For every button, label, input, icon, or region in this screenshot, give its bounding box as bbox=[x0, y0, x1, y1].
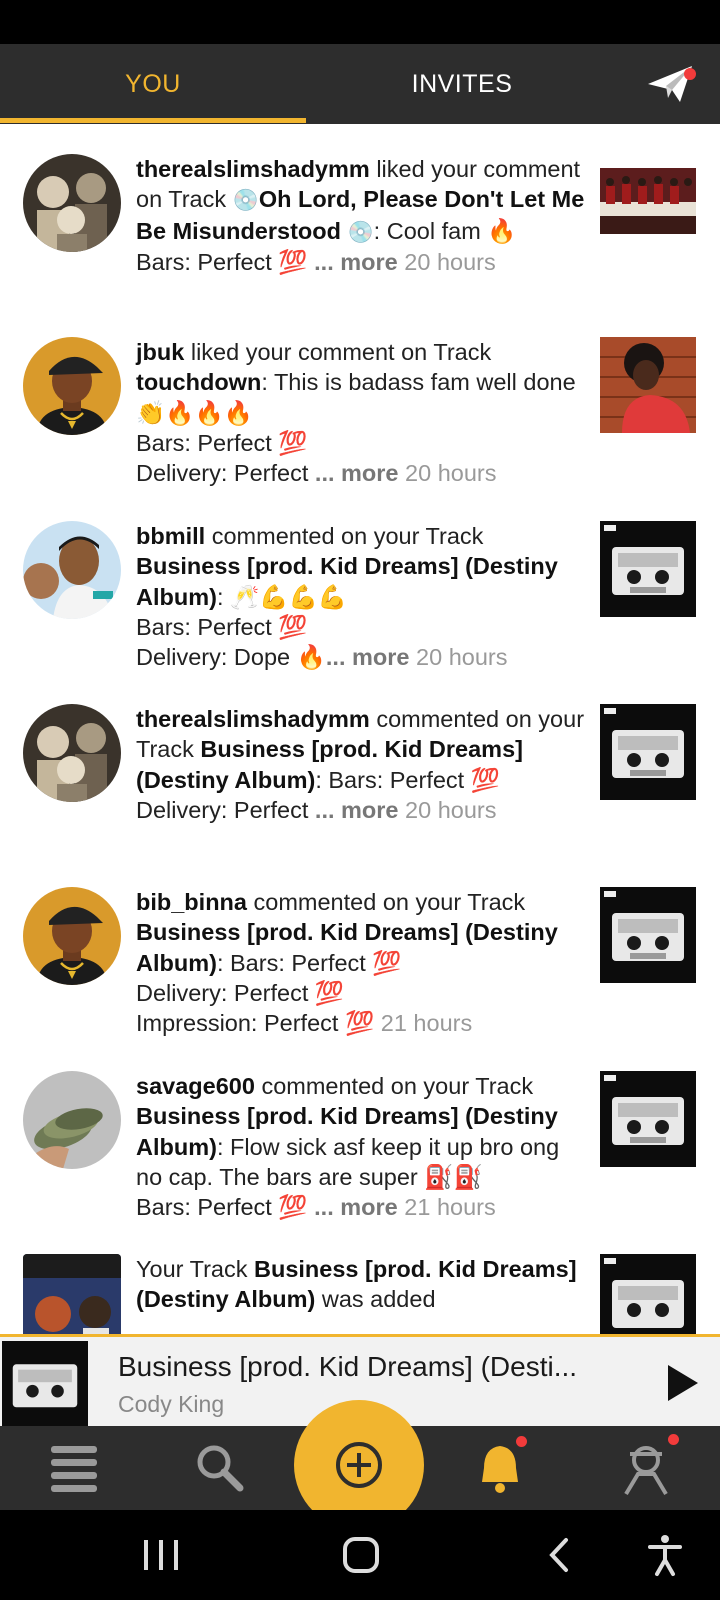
search-icon bbox=[197, 1445, 244, 1492]
more-link[interactable]: ... more bbox=[315, 797, 399, 823]
avatar[interactable] bbox=[23, 704, 121, 802]
track-cover-image bbox=[600, 168, 696, 234]
nav-feed[interactable] bbox=[44, 1440, 104, 1496]
active-tab-indicator bbox=[0, 118, 306, 123]
cassette-cover-image bbox=[600, 1071, 696, 1167]
track-thumbnail[interactable] bbox=[600, 168, 696, 234]
nav-notifications[interactable] bbox=[470, 1436, 530, 1496]
cassette-cover-image bbox=[600, 704, 696, 800]
cassette-cover-image bbox=[2, 1341, 88, 1427]
avatar[interactable] bbox=[23, 887, 121, 985]
recents-button[interactable] bbox=[136, 1532, 186, 1578]
disc-emoji: 💿 bbox=[232, 188, 259, 213]
notification-text: therealslimshadymm commented on your Tra… bbox=[136, 706, 585, 823]
cassette-cover-image bbox=[600, 521, 696, 617]
back-button[interactable] bbox=[536, 1532, 586, 1578]
avatar[interactable] bbox=[23, 1254, 121, 1336]
username[interactable]: therealslimshadymm bbox=[136, 156, 370, 182]
user-avatar-image bbox=[23, 887, 121, 985]
accessibility-button[interactable] bbox=[640, 1532, 690, 1578]
track-thumbnail[interactable] bbox=[600, 1254, 696, 1336]
nav-profile[interactable] bbox=[616, 1434, 679, 1496]
avatar[interactable] bbox=[23, 337, 121, 435]
notification-dot bbox=[516, 1436, 527, 1447]
notification-feed[interactable]: therealslimshadymm liked your comment on… bbox=[0, 124, 720, 1336]
notification-text: jbuk liked your comment on Track touchdo… bbox=[136, 339, 576, 487]
track-cover-image bbox=[600, 337, 696, 433]
home-icon bbox=[343, 1537, 379, 1573]
notification-text: Your Track Business [prod. Kid Dreams] (… bbox=[136, 1256, 577, 1313]
recents-icon bbox=[144, 1540, 178, 1570]
notification-text: therealslimshadymm liked your comment on… bbox=[136, 156, 585, 275]
disc-emoji: 💿 bbox=[347, 219, 374, 244]
track-thumbnail[interactable] bbox=[600, 521, 696, 617]
status-bar bbox=[0, 0, 720, 44]
track-thumbnail[interactable] bbox=[600, 337, 696, 433]
send-message-button[interactable] bbox=[646, 62, 698, 106]
avatar[interactable] bbox=[23, 521, 121, 619]
now-playing-title[interactable]: Business [prod. Kid Dreams] (Desti... bbox=[118, 1351, 618, 1383]
track-thumbnail[interactable] bbox=[600, 704, 696, 800]
notification-text: savage600 commented on your Track Busine… bbox=[136, 1073, 560, 1221]
more-link[interactable]: ... more bbox=[314, 249, 398, 275]
timestamp: 20 hours bbox=[398, 796, 497, 823]
nav-search[interactable] bbox=[190, 1440, 250, 1496]
username[interactable]: savage600 bbox=[136, 1073, 255, 1099]
timestamp: 21 hours bbox=[374, 1010, 473, 1037]
profile-icon bbox=[624, 1446, 668, 1496]
username[interactable]: jbuk bbox=[136, 339, 184, 365]
track-title[interactable]: touchdown bbox=[136, 369, 261, 395]
user-avatar-image bbox=[23, 1071, 121, 1169]
tab-you[interactable]: YOU bbox=[0, 44, 306, 124]
accessibility-icon bbox=[648, 1535, 682, 1576]
timestamp: 20 hours bbox=[398, 460, 497, 487]
bell-icon bbox=[482, 1446, 518, 1493]
back-icon bbox=[549, 1538, 568, 1572]
cassette-cover-image bbox=[600, 887, 696, 983]
more-link[interactable]: ... more bbox=[326, 644, 410, 670]
play-icon bbox=[668, 1365, 698, 1401]
avatar[interactable] bbox=[23, 154, 121, 252]
more-link[interactable]: ... more bbox=[315, 460, 399, 486]
play-button[interactable] bbox=[662, 1361, 702, 1405]
user-avatar-image bbox=[23, 704, 121, 802]
notification-text: bbmill commented on your Track Business … bbox=[136, 523, 558, 671]
username[interactable]: bbmill bbox=[136, 523, 205, 549]
user-avatar-image bbox=[23, 154, 121, 252]
username[interactable]: bib_binna bbox=[136, 889, 247, 915]
notification-dot bbox=[684, 68, 696, 80]
player-artwork[interactable] bbox=[2, 1341, 88, 1427]
cassette-cover-image bbox=[600, 1254, 696, 1336]
username[interactable]: therealslimshadymm bbox=[136, 706, 370, 732]
track-thumbnail[interactable] bbox=[600, 887, 696, 983]
avatar[interactable] bbox=[23, 1071, 121, 1169]
home-button[interactable] bbox=[336, 1532, 386, 1578]
playlist-cover-image bbox=[23, 1254, 121, 1336]
user-avatar-image bbox=[23, 337, 121, 435]
timestamp: 20 hours bbox=[409, 644, 508, 671]
now-playing-artist[interactable]: Cody King bbox=[118, 1391, 224, 1418]
notification-text: bib_binna commented on your Track Busine… bbox=[136, 889, 558, 1037]
notification-dot bbox=[668, 1434, 679, 1445]
top-tab-bar: YOU INVITES bbox=[0, 44, 720, 124]
user-avatar-image bbox=[23, 521, 121, 619]
tab-invites[interactable]: INVITES bbox=[306, 44, 618, 124]
timestamp: 20 hours bbox=[397, 248, 496, 275]
track-thumbnail[interactable] bbox=[600, 1071, 696, 1167]
timestamp: 21 hours bbox=[397, 1194, 496, 1221]
feed-icon bbox=[51, 1446, 97, 1492]
system-navigation-bar bbox=[0, 1510, 720, 1600]
more-link[interactable]: ... more bbox=[314, 1194, 398, 1220]
